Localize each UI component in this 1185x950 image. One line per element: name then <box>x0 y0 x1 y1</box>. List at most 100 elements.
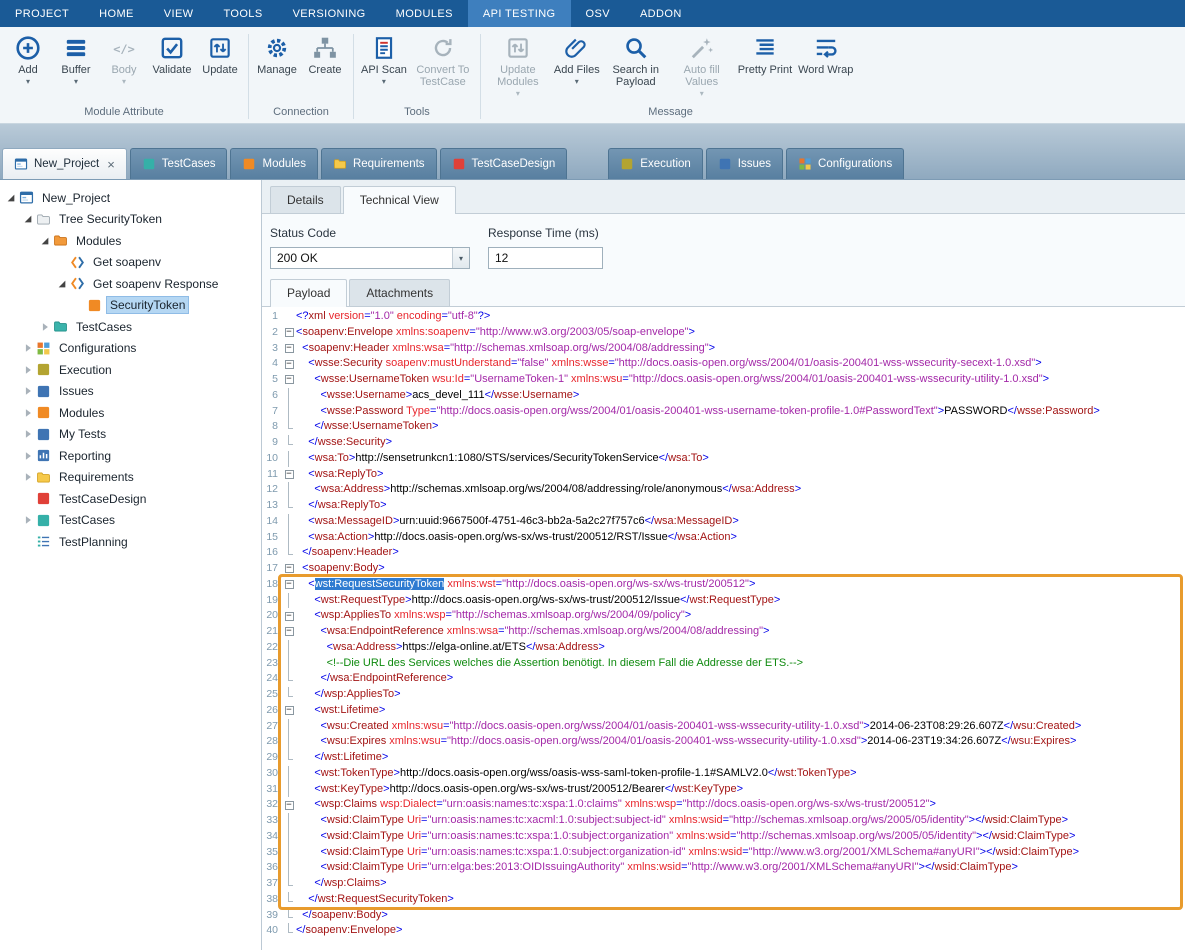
code-line: 20− <wsp:AppliesTo xmlns:wsp="http://sch… <box>262 608 1185 624</box>
expand-arrow-icon[interactable] <box>38 321 51 333</box>
code-line: 37 </wsp:Claims> <box>262 876 1185 892</box>
tree-item-get-soapenv[interactable]: Get soapenv <box>0 252 261 274</box>
tab-attachments[interactable]: Attachments <box>349 279 450 306</box>
fold-collapse-icon[interactable]: − <box>285 706 294 715</box>
code-text: <wsid:ClaimType Uri="urn:oasis:names:tc:… <box>296 829 1075 845</box>
tree-item-tree-securitytoken[interactable]: Tree SecurityToken <box>0 209 261 231</box>
tree-item-testplanning[interactable]: TestPlanning <box>0 531 261 553</box>
expand-arrow-icon[interactable] <box>21 514 34 526</box>
tree-item-modules[interactable]: Modules <box>0 402 261 424</box>
fold-toggle[interactable]: − <box>282 467 296 483</box>
tree-item-execution[interactable]: Execution <box>0 359 261 381</box>
search-in-payload-button[interactable]: Search in Payload <box>603 33 669 90</box>
menu-item-tools[interactable]: TOOLS <box>208 0 277 27</box>
validate-button[interactable]: Validate <box>148 33 196 78</box>
fold-toggle[interactable]: − <box>282 624 296 640</box>
fold-collapse-icon[interactable]: − <box>285 580 294 589</box>
line-number: 8 <box>262 419 282 435</box>
tree-item-get-soapenv-response[interactable]: Get soapenv Response <box>0 273 261 295</box>
status-code-select[interactable]: 200 OK ▾ <box>270 247 470 269</box>
fold-toggle[interactable]: − <box>282 356 296 372</box>
tree-item-modules[interactable]: Modules <box>0 230 261 252</box>
fold-collapse-icon[interactable]: − <box>285 344 294 353</box>
menu-item-osv[interactable]: OSV <box>571 0 625 27</box>
pretty-print-icon <box>752 35 778 61</box>
workspace-tab-execution[interactable]: Execution <box>608 148 703 179</box>
create-button[interactable]: Create <box>301 33 349 78</box>
tab-technical-view[interactable]: Technical View <box>343 186 456 214</box>
tree-item-issues[interactable]: Issues <box>0 381 261 403</box>
tree-item-testcasedesign[interactable]: TestCaseDesign <box>0 488 261 510</box>
fold-toggle[interactable]: − <box>282 608 296 624</box>
collapse-arrow-icon[interactable] <box>4 192 17 204</box>
fold-collapse-icon[interactable]: − <box>285 360 294 369</box>
expand-arrow-icon[interactable] <box>21 407 34 419</box>
fold-collapse-icon[interactable]: − <box>285 801 294 810</box>
menu-item-project[interactable]: PROJECT <box>0 0 84 27</box>
fold-collapse-icon[interactable]: − <box>285 564 294 573</box>
menu-item-addon[interactable]: ADDON <box>625 0 697 27</box>
fold-collapse-icon[interactable]: − <box>285 470 294 479</box>
buffer-button[interactable]: Buffer▾ <box>52 33 100 88</box>
tree-item-reporting[interactable]: Reporting <box>0 445 261 467</box>
fold-toggle[interactable]: − <box>282 561 296 577</box>
tab-details[interactable]: Details <box>270 186 341 213</box>
fold-toggle[interactable]: − <box>282 325 296 341</box>
workspace-tab-new-project[interactable]: New_Project× <box>2 148 127 179</box>
fold-collapse-icon[interactable]: − <box>285 328 294 337</box>
collapse-arrow-icon[interactable] <box>21 213 34 225</box>
fold-toggle[interactable]: − <box>282 372 296 388</box>
workspace-tab-testcasedesign[interactable]: TestCaseDesign <box>440 148 568 179</box>
tree-item-configurations[interactable]: Configurations <box>0 338 261 360</box>
fold-toggle[interactable]: − <box>282 341 296 357</box>
tree-item-securitytoken[interactable]: SecurityToken <box>0 295 261 317</box>
expand-arrow-icon[interactable] <box>21 385 34 397</box>
response-time-input[interactable] <box>488 247 603 269</box>
menu-item-api-testing[interactable]: API TESTING <box>468 0 571 27</box>
expand-arrow-icon[interactable] <box>21 471 34 483</box>
fold-toggle[interactable]: − <box>282 703 296 719</box>
ribbon-group-module-attribute: Add▾Buffer▾</>Body▾ValidateUpdateModule … <box>4 30 244 123</box>
manage-button[interactable]: Manage <box>253 33 301 78</box>
menu-item-versioning[interactable]: VERSIONING <box>278 0 381 27</box>
svg-text:</>: </> <box>113 42 135 56</box>
payload-editor[interactable]: 1<?xml version="1.0" encoding="utf-8"?>2… <box>262 307 1185 950</box>
workspace-tab-issues[interactable]: Issues <box>706 148 783 179</box>
tree-item-requirements[interactable]: Requirements <box>0 467 261 489</box>
code-line: 8 </wsse:UsernameToken> <box>262 419 1185 435</box>
expand-arrow-icon[interactable] <box>21 342 34 354</box>
tab-payload[interactable]: Payload <box>270 279 347 307</box>
fold-collapse-icon[interactable]: − <box>285 627 294 636</box>
menu-item-view[interactable]: VIEW <box>149 0 209 27</box>
workspace-tab-modules[interactable]: Modules <box>230 148 317 179</box>
fold-toggle[interactable]: − <box>282 577 296 593</box>
expand-arrow-icon[interactable] <box>21 364 34 376</box>
add-button[interactable]: Add▾ <box>4 33 52 88</box>
fold-collapse-icon[interactable]: − <box>285 375 294 384</box>
chevron-down-icon[interactable]: ▾ <box>452 248 469 268</box>
api-scan-button[interactable]: API Scan▾ <box>358 33 410 88</box>
tree-item-my-tests[interactable]: My Tests <box>0 424 261 446</box>
fold-collapse-icon[interactable]: − <box>285 612 294 621</box>
close-icon[interactable]: × <box>107 158 115 171</box>
tree-item-testcases[interactable]: TestCases <box>0 510 261 532</box>
collapse-arrow-icon[interactable] <box>55 278 68 290</box>
workspace-tab-testcases[interactable]: TestCases <box>130 148 228 179</box>
code-text: </wsa:ReplyTo> <box>296 498 387 514</box>
expand-arrow-icon[interactable] <box>21 450 34 462</box>
expand-arrow-icon[interactable] <box>21 428 34 440</box>
workspace-tab-configurations[interactable]: Configurations <box>786 148 904 179</box>
pretty-print-button[interactable]: Pretty Print <box>735 33 795 78</box>
tree-item-new-project[interactable]: New_Project <box>0 187 261 209</box>
workspace-tab-requirements[interactable]: Requirements <box>321 148 437 179</box>
square-teal-icon <box>142 157 156 171</box>
fold-toggle[interactable]: − <box>282 797 296 813</box>
add-files-button[interactable]: Add Files▾ <box>551 33 603 88</box>
menu-item-home[interactable]: HOME <box>84 0 149 27</box>
update-button[interactable]: Update <box>196 33 244 78</box>
collapse-arrow-icon[interactable] <box>38 235 51 247</box>
word-wrap-button[interactable]: Word Wrap <box>795 33 856 78</box>
tree-item-testcases[interactable]: TestCases <box>0 316 261 338</box>
menu-item-modules[interactable]: MODULES <box>381 0 468 27</box>
code-line: 4− <wsse:Security soapenv:mustUnderstand… <box>262 356 1185 372</box>
